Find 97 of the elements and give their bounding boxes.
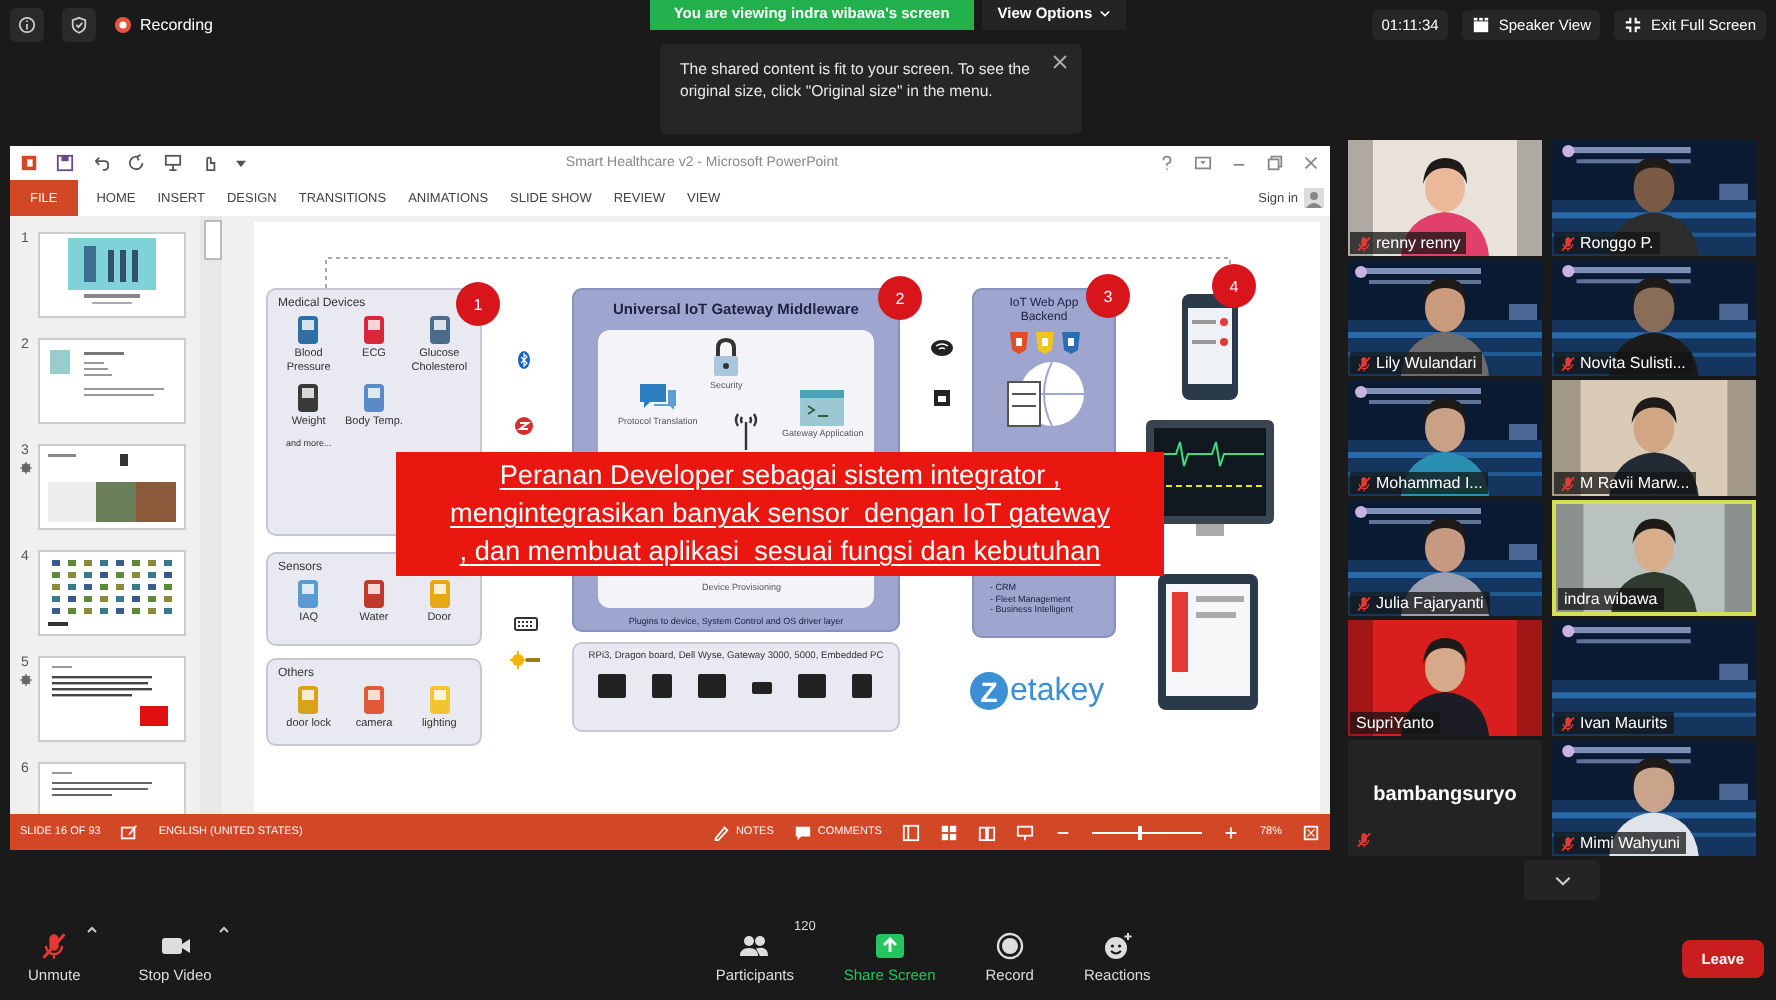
terminal-window-icon (800, 390, 845, 426)
restore-icon[interactable] (1266, 154, 1284, 172)
hardware-device-icon (847, 672, 875, 700)
video-tile[interactable]: SupriYanto (1348, 620, 1542, 736)
phone-drawing (1180, 292, 1240, 402)
caret-icon[interactable] (217, 924, 230, 936)
muted-microphone-icon (38, 932, 71, 960)
slide-thumbnail[interactable] (38, 550, 186, 636)
participant-name: SupriYanto (1356, 714, 1434, 732)
logo-text: etakey (1010, 673, 1105, 709)
step-number: 3 (1086, 274, 1130, 318)
step-number: 4 (1212, 264, 1256, 308)
zoom-thumb[interactable] (1138, 825, 1143, 839)
participant-name: Julia Fajaryanti (1376, 594, 1484, 612)
recording-icon (114, 16, 132, 34)
caret-icon (1100, 9, 1111, 17)
participant-name: M Ravii Marw... (1580, 474, 1690, 492)
slide-sorter-icon[interactable] (939, 823, 958, 841)
participant-name: Ronggo P. (1580, 234, 1654, 252)
slide-thumbnail[interactable] (38, 232, 186, 318)
scrollbar-thumb[interactable] (204, 220, 222, 260)
slide-show-icon[interactable] (1015, 823, 1034, 841)
hardware-device-icon (647, 672, 675, 700)
web-technology-icon (1009, 332, 1027, 354)
touch-mode-icon[interactable] (200, 154, 218, 172)
zigbee-icon (514, 416, 534, 436)
antenna-icon (732, 410, 760, 450)
participant-name: renny renny (1376, 234, 1461, 252)
logo-mark: Z (970, 672, 1008, 710)
people-icon (738, 932, 771, 960)
close-icon[interactable] (1052, 54, 1068, 70)
video-tile[interactable]: M Ravii Marw... (1552, 380, 1756, 496)
notes-page-icon[interactable] (120, 823, 139, 841)
callout-banner: Peranan Developer sebagai sistem integrator , mengintegrasikan banyak sensor dengan IoT gateway , dan membuat aplikasi sesuai fungsi dan kebutuhan (396, 452, 1164, 576)
lock-icon (710, 338, 743, 378)
video-tile[interactable]: Mimi Wahyuni (1552, 740, 1756, 856)
participant-name: Ivan Maurits (1580, 714, 1668, 732)
sun-logo-icon (510, 650, 542, 670)
patient-monitor-drawing (1144, 418, 1276, 542)
ethernet-icon (932, 388, 952, 408)
participant-name: Mimi Wahyuni (1580, 834, 1680, 852)
hardware-device-icon (697, 672, 725, 700)
wifi-icon (930, 338, 954, 358)
caret-icon[interactable] (86, 924, 99, 936)
video-tile[interactable]: Lily Wulandari (1348, 260, 1542, 376)
tablet-drawing (1156, 572, 1260, 712)
bluetooth-icon (514, 350, 534, 370)
video-tile[interactable]: indra wibawa (1552, 500, 1756, 616)
exit-full-screen-icon (1624, 16, 1643, 34)
fit-to-window-icon[interactable] (1302, 823, 1320, 841)
video-tile[interactable]: Ronggo P. (1552, 140, 1756, 256)
video-camera-icon (159, 932, 192, 960)
keyboard-icon (514, 614, 538, 634)
video-tile[interactable]: Ivan Maurits (1552, 620, 1756, 736)
record-icon (993, 932, 1026, 960)
video-tile[interactable]: Novita Sulisti... (1552, 260, 1756, 376)
app-logo-icon (20, 154, 38, 172)
video-tile[interactable]: Julia Fajaryanti (1348, 500, 1542, 616)
participant-name: bambangsuryo (1371, 784, 1519, 806)
notes-icon[interactable] (711, 823, 730, 841)
undo-icon[interactable] (92, 154, 110, 172)
reading-view-icon[interactable] (977, 823, 996, 841)
chat-bubbles-icon (637, 382, 678, 414)
slide-thumbnail[interactable] (38, 656, 186, 742)
video-tile[interactable]: renny renny (1348, 140, 1542, 256)
info-icon[interactable] (10, 8, 44, 42)
web-technology-icon (1035, 332, 1053, 354)
participant-name: Lily Wulandari (1376, 354, 1477, 372)
participant-name: indra wibawa (1564, 590, 1658, 608)
share-screen-icon (873, 932, 906, 960)
step-number: 1 (456, 282, 500, 326)
close-icon[interactable] (1302, 154, 1320, 172)
customize-caret-icon[interactable] (236, 159, 246, 167)
web-technology-icon (1061, 332, 1079, 354)
zoom-in-icon[interactable] (1221, 823, 1240, 841)
normal-view-icon[interactable] (901, 823, 920, 841)
participant-name: Mohammad I... (1376, 474, 1483, 492)
slide-thumbnail[interactable] (38, 444, 186, 530)
comments-icon[interactable] (793, 823, 812, 841)
help-icon[interactable] (1158, 154, 1176, 172)
video-tile[interactable]: bambangsuryo (1348, 740, 1542, 856)
save-icon[interactable] (56, 154, 74, 172)
hardware-device-icon (797, 672, 825, 700)
video-tile[interactable]: Mohammad I... (1348, 380, 1542, 496)
display-options-icon[interactable] (1194, 154, 1212, 172)
recording-label: Recording (140, 16, 213, 34)
presentation-icon[interactable] (164, 154, 182, 172)
chevron-down-icon (1553, 875, 1571, 885)
shield-icon[interactable] (62, 8, 96, 42)
smiley-icon (1101, 932, 1134, 960)
participant-name: Novita Sulisti... (1580, 354, 1686, 372)
redo-icon[interactable] (128, 154, 146, 172)
hardware-device-icon (597, 672, 625, 700)
avatar-icon[interactable] (1304, 188, 1324, 208)
slide-thumbnail[interactable] (38, 338, 186, 424)
step-number: 2 (878, 276, 922, 320)
gallery-icon (1472, 16, 1491, 34)
